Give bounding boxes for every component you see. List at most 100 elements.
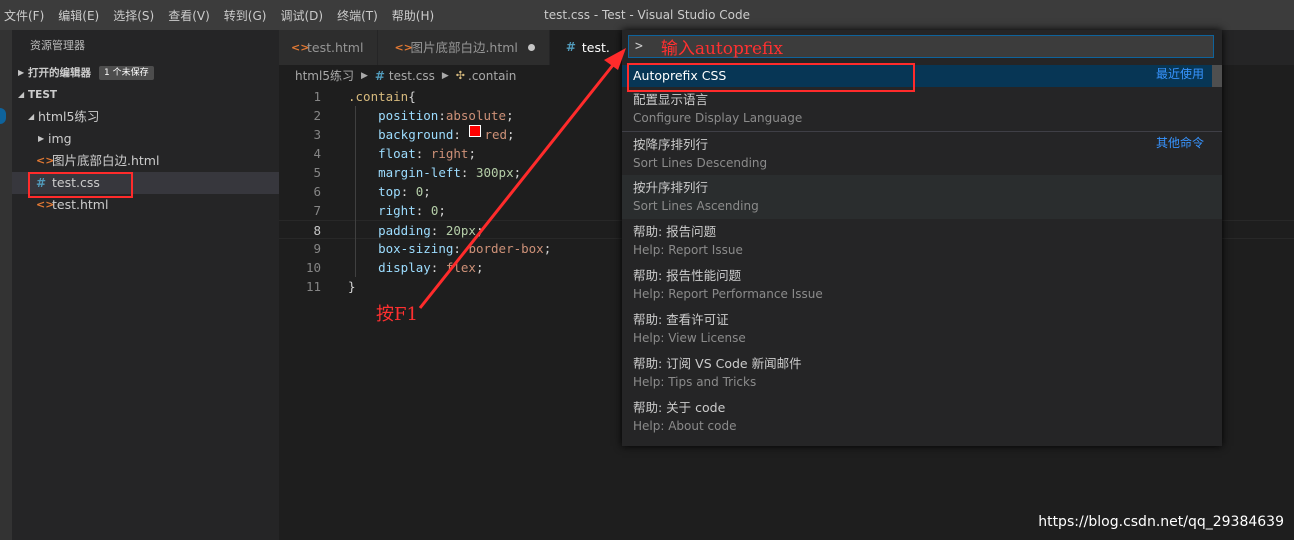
tab-image-html[interactable]: <> 图片底部白边.html [378,30,550,65]
command-palette-input[interactable]: > 输入autoprefix [628,35,1214,59]
menu-help[interactable]: 帮助(H) [385,7,441,24]
command-detail: Help: Tips and Tricks [633,375,757,389]
chevron-right-icon: ▶ [360,71,368,81]
palette-prompt: > [635,39,643,54]
css-colon: : [460,165,476,180]
command-item-report-issue[interactable]: 帮助: 报告问题 Help: Report Issue [622,219,1222,263]
css-property: float [378,146,416,161]
explorer-title: 资源管理器 [30,39,85,52]
color-swatch-icon[interactable] [469,125,482,137]
command-item-about[interactable]: 帮助: 关于 code Help: About code [622,395,1222,439]
watermark: https://blog.csdn.net/qq_29384639 [1038,514,1284,530]
tree-item-label: html5练习 [38,109,100,124]
css-colon: : [415,203,431,218]
line-number: 1 [313,89,321,104]
line-number: 2 [313,108,321,123]
css-semicolon: ; [438,203,446,218]
command-item-sort-desc[interactable]: 按降序排列行 Sort Lines Descending 其他命令 [622,131,1222,175]
menu-terminal[interactable]: 终端(T) [330,7,385,24]
css-file-icon: # [565,40,576,54]
unsaved-dot-icon[interactable] [527,44,535,51]
tree-item-label: 图片底部白边.html [52,153,160,168]
recently-used-tag: 最近使用 [1155,67,1204,81]
explorer-sidebar: 资源管理器 ▶ 打开的编辑器 1 个未保存 ◢ TEST ◢ html5练习 ▶… [12,30,279,540]
line-number: 11 [305,279,321,294]
activity-indicator [0,108,6,124]
tree-item-label: img [48,131,72,146]
css-semicolon: ; [506,108,514,123]
palette-scrollbar[interactable] [1212,65,1222,87]
command-label: 配置显示语言 [633,92,709,107]
brace-close: } [348,279,356,294]
tab-label: 图片底部白边.html [410,40,518,55]
line-number: 10 [305,260,321,275]
menu-file[interactable]: 文件(F) [0,7,51,24]
line-number: 3 [313,127,321,142]
activity-bar [0,30,12,540]
css-colon: : [453,127,469,142]
css-selector: .contain [348,89,409,104]
command-item-language[interactable]: 配置显示语言 Configure Display Language [622,87,1222,131]
css-property: top [378,184,401,199]
command-item-view-license[interactable]: 帮助: 查看许可证 Help: View License [622,307,1222,351]
indent-guide [355,106,356,277]
symbol-class-icon: ✣ [455,69,466,82]
tree-item-img-folder[interactable]: ▶ img [12,128,279,150]
menu-edit[interactable]: 编辑(E) [51,7,106,24]
chevron-right-icon: ▶ [441,71,449,81]
css-property: right [378,203,416,218]
command-palette: > 输入autoprefix Autoprefix CSS 最近使用 配置显示语… [622,30,1222,446]
annotation-input-hint: 输入autoprefix [660,39,783,59]
command-item-newsletter[interactable]: 帮助: 订阅 VS Code 新闻邮件 Help: Tips and Trick… [622,351,1222,395]
unsaved-badge: 1 个未保存 [99,66,154,80]
brace-open: { [408,89,416,104]
open-editors-label: 打开的编辑器 [28,67,91,79]
menu-debug[interactable]: 调试(D) [273,7,330,24]
command-label: 按升序排列行 [633,180,709,195]
menu-selection[interactable]: 选择(S) [106,7,161,24]
command-label: 帮助: 报告性能问题 [633,268,742,283]
css-semicolon: ; [513,165,522,180]
css-value: border-box [468,241,544,256]
command-label: 帮助: 关于 code [633,400,726,415]
tab-label: test. [581,40,610,55]
css-semicolon: ; [475,223,484,238]
line-number: 4 [313,146,321,161]
folder-section[interactable]: ◢ TEST [12,84,279,106]
open-editors-section[interactable]: ▶ 打开的编辑器 1 个未保存 [12,62,279,84]
css-colon: : [430,223,446,238]
css-value: 0 [415,184,424,199]
css-value: absolute [445,108,507,123]
chevron-right-icon: ▶ [38,134,45,143]
chevron-right-icon: ▶ [18,68,25,77]
css-property: box-sizing [378,241,454,256]
tab-test-html[interactable]: <> test.html [279,30,379,65]
tab-test-css[interactable]: # test. [549,30,625,65]
css-property: background [378,127,454,142]
css-property: padding [378,223,431,238]
command-label: 帮助: 查看许可证 [633,312,729,327]
css-file-icon: # [374,69,385,83]
other-commands-tag: 其他命令 [1155,136,1204,150]
css-colon: : [400,184,416,199]
chevron-down-icon: ◢ [28,112,35,121]
css-value: flex [445,260,476,275]
line-number: 5 [313,165,321,180]
css-value: 20px [445,223,476,238]
command-detail: Configure Display Language [633,111,803,125]
breadcrumb-file[interactable]: test.css [389,65,435,87]
breadcrumb-folder[interactable]: html5练习 [295,65,354,87]
command-detail: Help: Report Performance Issue [633,287,823,301]
menu-go[interactable]: 转到(G) [217,7,274,24]
command-item-report-performance[interactable]: 帮助: 报告性能问题 Help: Report Performance Issu… [622,263,1222,307]
html-file-icon: <> [394,41,413,54]
menu-view[interactable]: 查看(V) [161,7,217,24]
command-detail: Sort Lines Descending [633,156,768,170]
command-item-sort-asc[interactable]: 按升序排列行 Sort Lines Ascending [622,175,1222,219]
css-colon: : [415,146,431,161]
html-file-icon: <> [36,154,55,167]
tree-item-html-file[interactable]: <> 图片底部白边.html [12,150,279,172]
breadcrumb-symbol[interactable]: .contain [468,65,516,87]
chevron-down-icon: ◢ [18,90,25,99]
tree-item-html5-folder[interactable]: ◢ html5练习 [12,106,279,128]
